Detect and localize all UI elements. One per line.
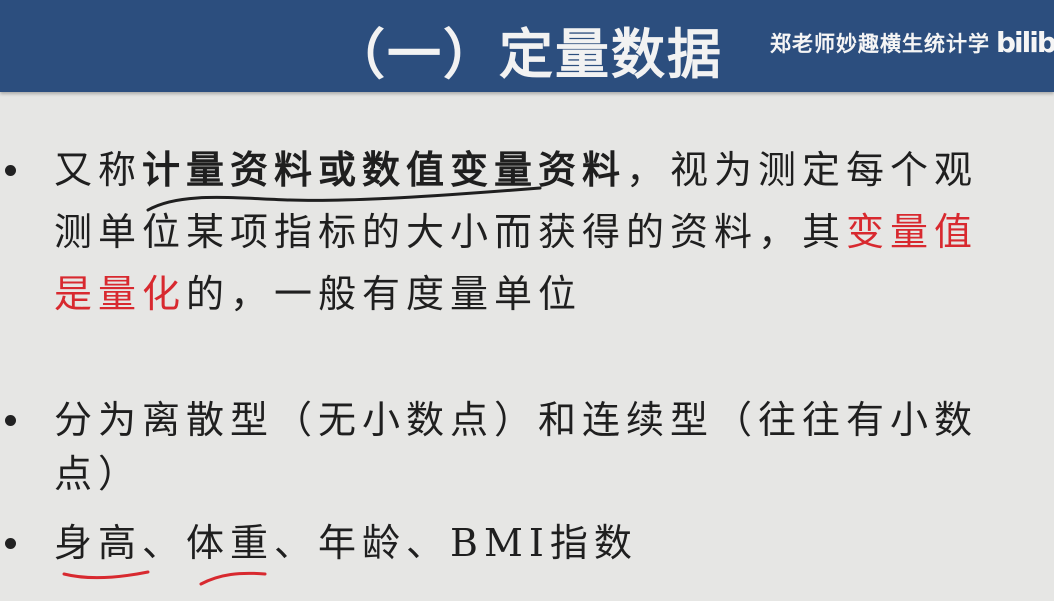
text-line: 又称计量资料或数值变量资料，视为测定每个观: [54, 145, 978, 195]
bullet-dot: [5, 538, 16, 549]
channel-watermark: 郑老师妙趣横生统计学: [770, 32, 990, 56]
highlighted-term: 是量化: [54, 272, 187, 316]
text-span: 点）: [54, 452, 143, 496]
text-span: 分为离散型（无小数点）和连续型（往往有小数: [54, 398, 979, 442]
underlined-term: 计量资料或数值变量资料: [142, 147, 627, 192]
text-line: 身高、体重、年龄、BMI指数: [54, 518, 638, 568]
text-span: 测单位某项指标的大小而获得的资料，其: [54, 210, 847, 254]
text-span: 又称: [54, 148, 143, 192]
text-span: 的，一般有度量单位: [186, 272, 583, 316]
bullet-dot: [5, 415, 16, 426]
text-span: 、年龄、BMI指数: [274, 521, 638, 565]
highlighted-term: 变量值: [846, 210, 979, 254]
text-line: 点）: [54, 449, 142, 499]
bilibili-logo-icon: bilibili: [996, 26, 1054, 59]
text-span: 、: [142, 521, 187, 565]
slide-header: （一）定量数据 郑老师妙趣横生统计学 bilibili: [0, 0, 1054, 92]
bullet-dot: [5, 165, 16, 176]
underlined-term: 身高: [54, 521, 143, 565]
text-line: 测单位某项指标的大小而获得的资料，其变量值: [54, 207, 978, 257]
underlined-term: 体重: [186, 521, 275, 565]
text-span: ，视为测定每个观: [626, 148, 979, 192]
text-line: 分为离散型（无小数点）和连续型（往往有小数: [54, 395, 978, 445]
bilibili-logo-text: bilibili: [996, 26, 1054, 59]
text-line: 是量化的，一般有度量单位: [54, 269, 582, 319]
